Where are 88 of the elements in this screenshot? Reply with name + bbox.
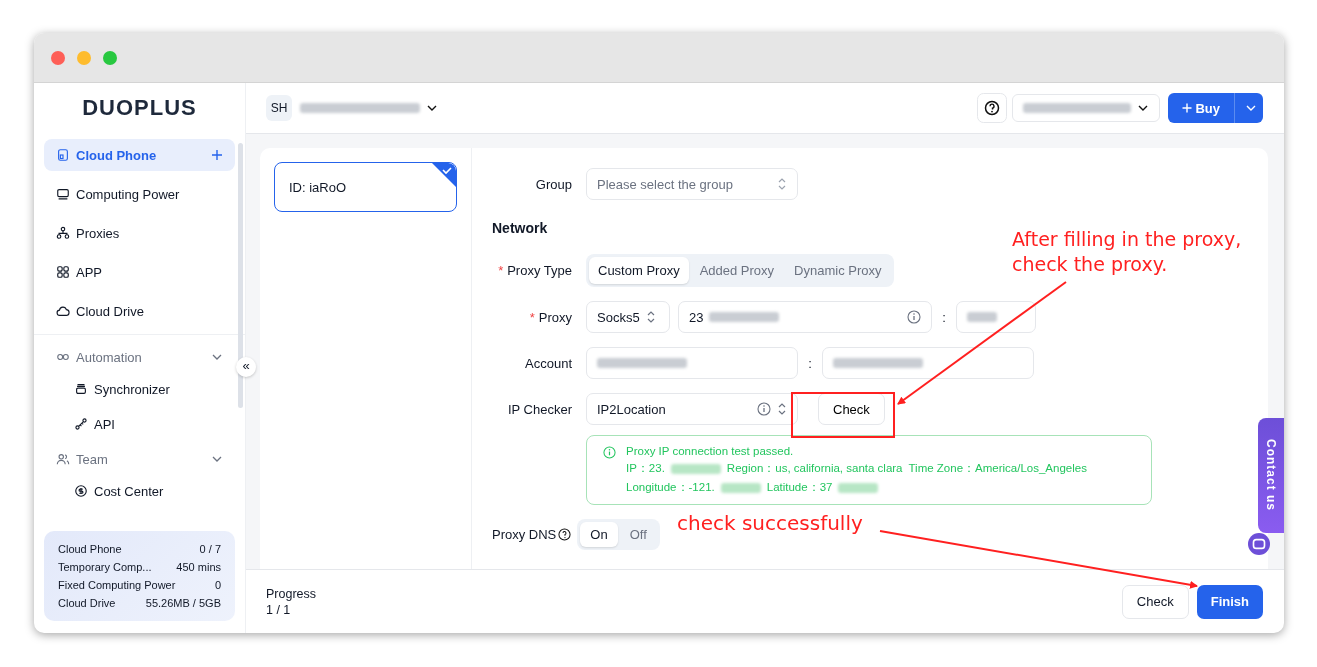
menu-icon [74, 382, 88, 396]
menu-icon [56, 265, 70, 279]
menu-icon [56, 226, 70, 240]
check-button[interactable]: Check [818, 393, 885, 425]
redacted-blur [838, 482, 879, 493]
progress-value: 1 / 1 [266, 602, 292, 617]
usage-label: Temporary Comp... [58, 561, 152, 573]
help-icon[interactable] [558, 528, 572, 541]
group-icon [56, 452, 70, 466]
required-mark: * [498, 263, 504, 278]
usage-label: Cloud Drive [58, 597, 116, 609]
usage-label: Cloud Phone [58, 543, 122, 555]
proxy-type-tab[interactable]: Added Proxy [690, 257, 784, 284]
device-card[interactable]: ID: iaRoO [274, 162, 457, 212]
dns-option[interactable]: Off [619, 522, 657, 547]
check-button[interactable]: Check [1121, 584, 1189, 619]
progress-label: Progress [266, 586, 317, 601]
finish-button[interactable]: Finish [1196, 584, 1263, 619]
redacted-blur [709, 312, 780, 322]
proxy-type-tab[interactable]: Dynamic Proxy [785, 257, 891, 284]
region-text: Region：us, california, santa clara [726, 461, 903, 476]
buy-button[interactable]: Buy [1168, 93, 1235, 123]
info-icon [603, 446, 616, 459]
ip-checker-select[interactable]: IP2Location [586, 393, 798, 425]
menu-icon [74, 484, 88, 498]
timezone-text: Time Zone：America/Los_Angeles [908, 461, 1087, 476]
ip-text: IP：23. [626, 461, 665, 476]
contact-tab[interactable]: Contact us [1258, 418, 1284, 533]
usage-value: 0 / 7 [199, 543, 221, 555]
menu-icon [56, 148, 70, 162]
menu-icon [56, 187, 70, 201]
redacted-blur [720, 482, 761, 493]
sidebar-item[interactable]: API [44, 408, 235, 440]
workspace-badge: SH [266, 95, 292, 121]
sidebar-group[interactable]: Automation [44, 341, 235, 373]
check-corner-icon [432, 163, 456, 187]
redacted-blur [670, 463, 721, 474]
sidebar-group[interactable]: Team [44, 443, 235, 475]
logo: DUOPLUS [81, 94, 198, 122]
sidebar-item[interactable]: Proxies [44, 217, 235, 249]
annotation-text: check successfully [677, 510, 863, 536]
field-label: Group [534, 176, 572, 192]
sidebar-item[interactable]: Cloud Drive [44, 295, 235, 327]
field-label: IP Checker [506, 401, 572, 417]
sidebar-item[interactable]: Cost Center [44, 475, 235, 507]
group-select[interactable]: Please select the group [586, 168, 798, 200]
usage-label: Fixed Computing Power [58, 579, 176, 591]
sidebar-item[interactable]: Computing Power [44, 178, 235, 210]
sidebar-item[interactable]: Synchronizer [44, 373, 235, 405]
plus-icon [1182, 103, 1193, 113]
password-field[interactable] [822, 347, 1034, 379]
alert-title: Proxy IP connection test passed. [626, 445, 795, 457]
sort-arrows-icon [777, 177, 787, 191]
field-label: Proxy Type [507, 263, 572, 278]
usage-value: 0 [214, 579, 221, 591]
plus-icon[interactable] [211, 149, 223, 161]
longitude-text: Longitude：-121. [626, 480, 715, 495]
sort-arrows-icon [777, 402, 787, 416]
latitude-text: Latitude：37 [766, 480, 833, 495]
scrollbar[interactable] [238, 143, 243, 408]
sort-arrows-icon [645, 310, 656, 324]
required-mark: * [529, 309, 535, 325]
field-label: Proxy [538, 309, 572, 325]
dns-option[interactable]: On [580, 522, 618, 547]
menu-icon [74, 417, 88, 431]
host-field[interactable]: 23 [678, 301, 932, 333]
username-field[interactable] [586, 347, 798, 379]
separator: : [807, 355, 813, 371]
chat-icon[interactable] [1248, 533, 1270, 555]
annotation-text: After filling in the proxy, check the proxy. [1012, 227, 1242, 277]
info-icon [907, 310, 921, 324]
usage-value: 450 mins [176, 561, 221, 573]
protocol-select[interactable]: Socks5 [586, 301, 670, 333]
collapse-button[interactable]: « [236, 357, 256, 377]
field-label: Proxy DNS [492, 527, 557, 542]
dropdown-button[interactable] [1235, 93, 1263, 123]
close-button[interactable] [51, 50, 65, 65]
sidebar-item[interactable]: Cloud Phone [44, 139, 235, 171]
port-field[interactable] [956, 301, 1036, 333]
separator: : [941, 309, 947, 325]
field-label: Account [524, 355, 572, 371]
info-icon [757, 402, 771, 416]
usage-value: 55.26MB / 5GB [145, 597, 221, 609]
proxy-type-tab[interactable]: Custom Proxy [589, 257, 689, 284]
sidebar-item[interactable]: APP [44, 256, 235, 288]
redacted-blur [967, 312, 997, 322]
menu-icon [56, 304, 70, 318]
section-title: Network [492, 220, 549, 236]
